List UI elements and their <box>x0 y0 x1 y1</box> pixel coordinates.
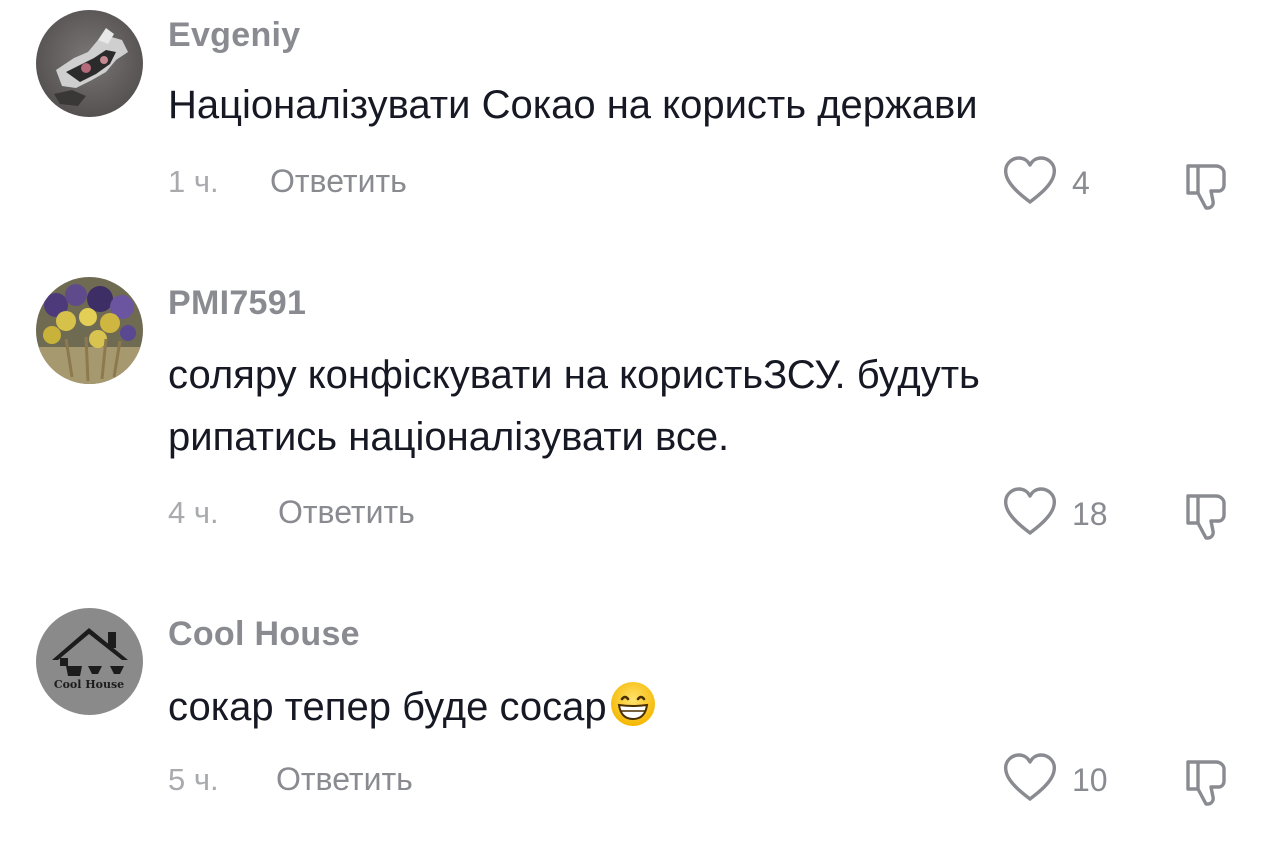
dislike-button[interactable] <box>1180 752 1236 808</box>
comment-text: сокар тепер буде сосар <box>168 676 1168 738</box>
grinning-face-emoji <box>609 680 657 728</box>
comment-text-body: сокар тепер буде сосар <box>168 685 607 729</box>
thumbs-down-outline-icon <box>1180 760 1236 812</box>
reply-button[interactable]: Ответить <box>276 761 413 798</box>
like-count: 10 <box>1072 762 1108 798</box>
comment-time: 5 ч. <box>168 762 219 797</box>
heart-outline-icon <box>1002 753 1058 808</box>
comment-username[interactable]: Cool House <box>168 615 360 654</box>
avatar-label: Cool House <box>54 678 124 691</box>
avatar[interactable]: Cool House <box>36 608 143 715</box>
comment-item: Cool House Cool House сокар тепер буде с… <box>0 0 1280 842</box>
like-button[interactable]: 10 <box>1002 753 1108 808</box>
